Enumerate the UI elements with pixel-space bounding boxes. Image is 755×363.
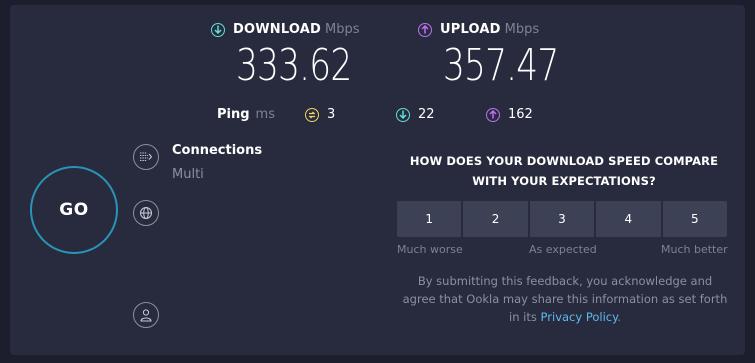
download-unit: Mbps <box>325 22 360 37</box>
scale-mid-label: As expected <box>529 243 597 256</box>
ping-upload: 162 <box>486 107 533 122</box>
ping-idle: 3 <box>305 107 335 122</box>
ping-upload-value: 162 <box>508 107 533 122</box>
upload-header: UPLOAD Mbps <box>418 22 539 37</box>
feedback-disclaimer: By submitting this feedback, you acknowl… <box>400 272 730 326</box>
download-arrow-icon <box>211 22 225 37</box>
rating-option-3[interactable]: 3 <box>529 201 595 237</box>
download-arrow-icon <box>396 107 410 122</box>
download-value: 333.62 <box>236 40 352 91</box>
ping-label: Ping <box>217 107 250 122</box>
ping-download-value: 22 <box>418 107 435 122</box>
upload-label: UPLOAD <box>440 22 501 37</box>
ping-idle-value: 3 <box>327 107 336 122</box>
ping-download: 22 <box>396 107 435 122</box>
rating-option-2[interactable]: 2 <box>463 201 528 237</box>
connections-value[interactable]: Multi <box>172 167 204 182</box>
download-header: DOWNLOAD Mbps <box>211 22 360 37</box>
scale-low-label: Much worse <box>397 243 463 256</box>
disclaimer-period: . <box>617 310 621 324</box>
privacy-policy-link[interactable]: Privacy Policy <box>541 310 618 324</box>
scale-high-label: Much better <box>661 243 728 256</box>
ping-label-group: Ping ms <box>217 107 275 122</box>
user-icon[interactable] <box>133 302 159 328</box>
go-button[interactable]: GO <box>30 166 118 254</box>
connections-title: Connections <box>172 143 263 158</box>
rating-scale: 1 2 3 4 5 <box>397 201 727 237</box>
ping-icon <box>305 107 319 122</box>
rating-option-5[interactable]: 5 <box>662 201 727 237</box>
globe-icon[interactable] <box>133 200 159 226</box>
connections-icon[interactable] <box>133 144 159 170</box>
rating-option-4[interactable]: 4 <box>596 201 661 237</box>
upload-arrow-icon <box>418 22 432 37</box>
rating-option-1[interactable]: 1 <box>397 201 462 237</box>
ping-unit: ms <box>255 107 275 122</box>
download-label: DOWNLOAD <box>233 22 322 37</box>
upload-arrow-icon <box>486 107 500 122</box>
upload-unit: Mbps <box>504 22 540 37</box>
upload-value: 357.47 <box>443 40 559 91</box>
survey-question: HOW DOES YOUR DOWNLOAD SPEED COMPARE WIT… <box>409 154 719 188</box>
